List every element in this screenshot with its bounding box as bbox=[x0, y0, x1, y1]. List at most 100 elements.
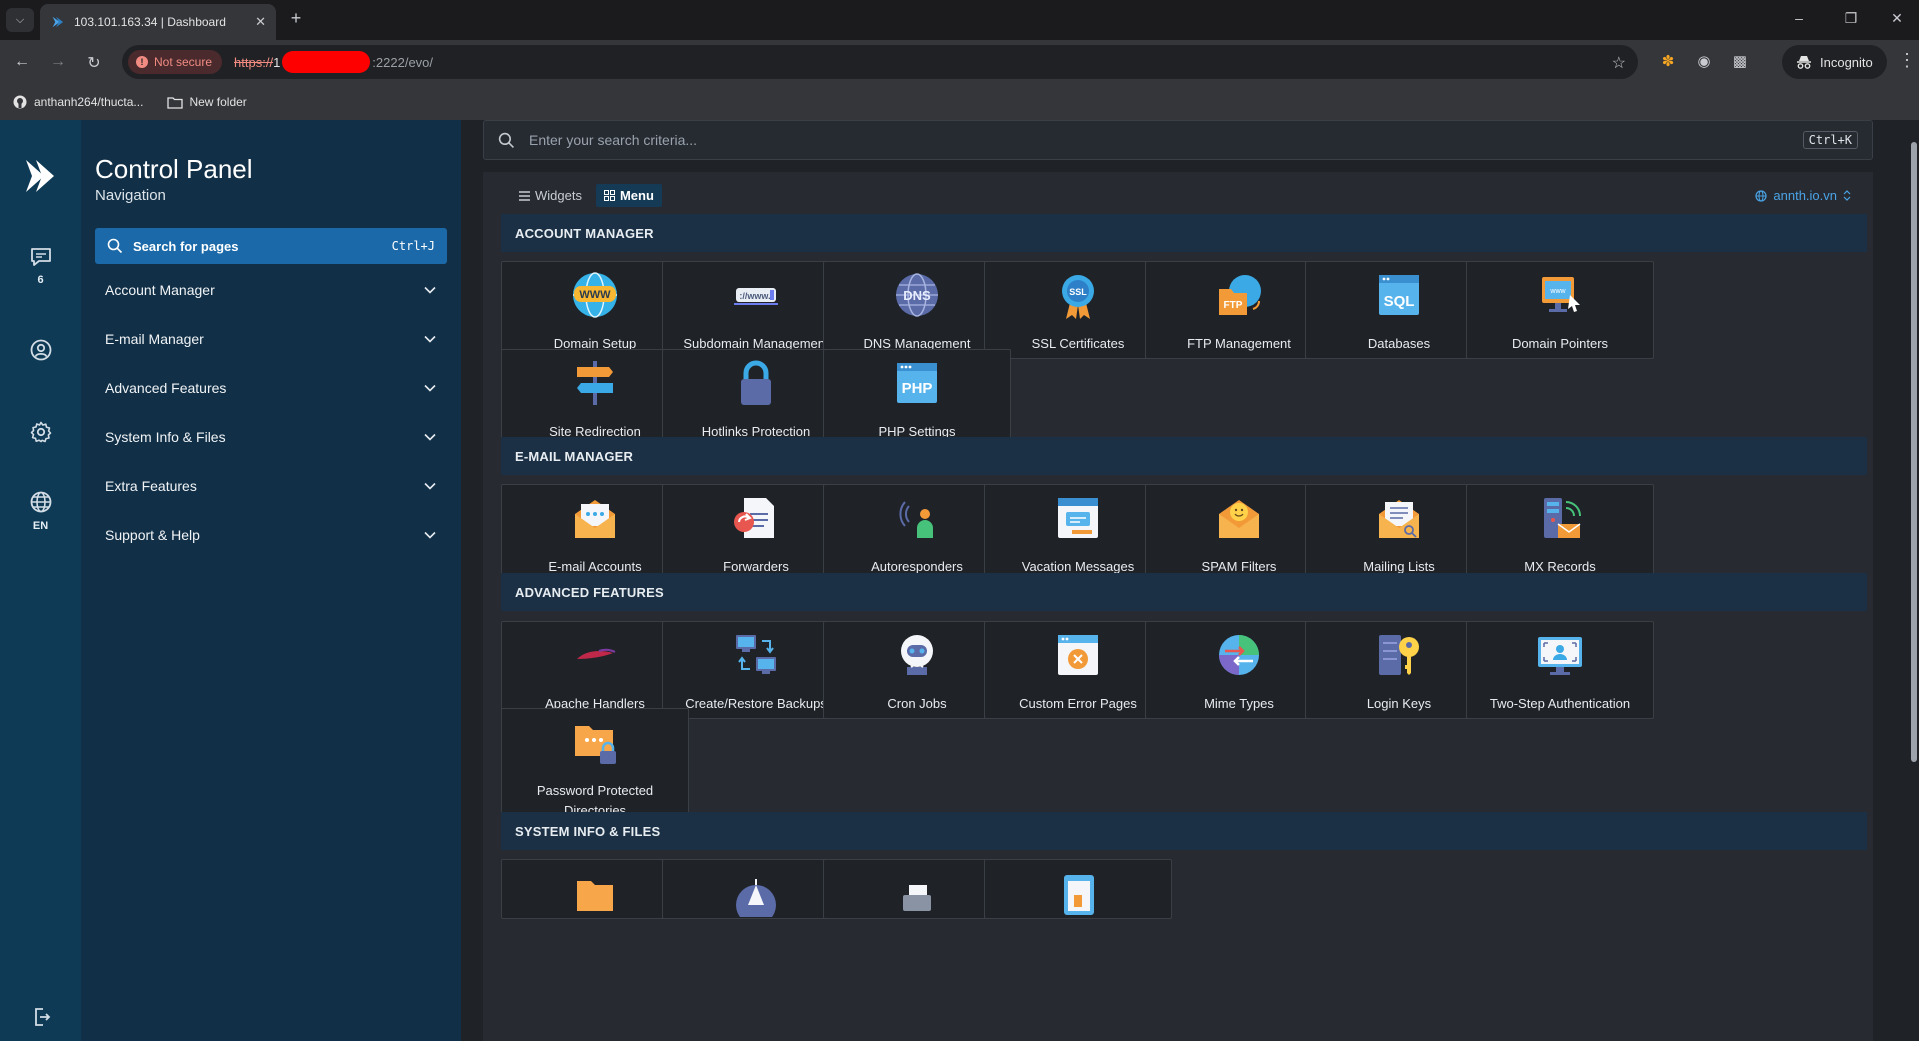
domain-pointer-icon: www bbox=[1531, 266, 1589, 324]
tile-databases[interactable]: SQL Databases bbox=[1305, 261, 1493, 359]
selected-domain: annth.io.vn bbox=[1773, 188, 1837, 203]
forward-document-icon bbox=[727, 489, 785, 547]
tile-subdomain-management[interactable]: ://www. Subdomain Management bbox=[662, 261, 850, 359]
rail-settings[interactable] bbox=[0, 420, 81, 444]
bookmark-github[interactable]: anthanh264/thucta... bbox=[12, 94, 143, 110]
tile-php-settings[interactable]: PHP PHP Settings bbox=[823, 349, 1011, 447]
tile-password-protected-directories[interactable]: Password Protected Directories bbox=[501, 708, 689, 826]
globe-icon bbox=[30, 491, 51, 513]
tile-label: Databases bbox=[1367, 336, 1431, 351]
tile-two-step-authentication[interactable]: Two-Step Authentication bbox=[1466, 621, 1654, 719]
minimize-icon[interactable]: – bbox=[1779, 10, 1819, 26]
new-tab-icon[interactable]: + bbox=[284, 8, 308, 29]
tab-search-chevron-icon[interactable]: ⌵ bbox=[6, 8, 34, 32]
nav-group-email-manager[interactable]: E-mail Manager bbox=[95, 319, 447, 359]
back-icon[interactable]: ← bbox=[12, 53, 32, 71]
nav-group-account-manager[interactable]: Account Manager bbox=[95, 270, 447, 310]
tile-cron-jobs[interactable]: Cron Jobs bbox=[823, 621, 1011, 719]
global-search-input[interactable]: Enter your search criteria... Ctrl+K bbox=[483, 120, 1873, 160]
tile-vacation-messages[interactable]: Vacation Messages bbox=[984, 484, 1172, 582]
panel-title: Control Panel bbox=[95, 154, 253, 184]
bookmark-star-icon[interactable]: ☆ bbox=[1612, 53, 1626, 73]
tile-login-keys[interactable]: Login Keys bbox=[1305, 621, 1493, 719]
search-icon bbox=[107, 238, 123, 254]
control-panel-app: 6 EN Control Panel Navigation Search for… bbox=[0, 120, 1919, 1041]
tile-mx-records[interactable]: MX Records bbox=[1466, 484, 1654, 582]
php-window-icon: PHP bbox=[888, 354, 946, 412]
tab-widgets[interactable]: Widgets bbox=[511, 184, 590, 207]
bookmark-folder[interactable]: New folder bbox=[167, 94, 247, 110]
scrollbar-thumb[interactable] bbox=[1911, 142, 1917, 762]
url-text[interactable]: https:// 1 :2222/evo/ bbox=[234, 51, 433, 73]
ssl-badge-icon: SSL bbox=[1049, 266, 1107, 324]
search-pages-button[interactable]: Search for pages Ctrl+J bbox=[95, 228, 447, 264]
chevron-down-icon bbox=[424, 531, 436, 539]
tile-create-restore-backups[interactable]: Create/Restore Backups bbox=[662, 621, 850, 719]
svg-text:SQL: SQL bbox=[1384, 293, 1415, 310]
tile-file-manager[interactable] bbox=[501, 859, 689, 919]
browser-tab[interactable]: 103.101.163.34 | Dashboard ✕ bbox=[40, 4, 276, 40]
window-close-icon[interactable]: ✕ bbox=[1877, 10, 1917, 27]
tile-label: FTP Management bbox=[1187, 336, 1291, 351]
address-bar[interactable]: ! Not secure https:// 1 :2222/evo/ ☆ bbox=[122, 45, 1638, 79]
rail-profile[interactable] bbox=[0, 338, 81, 362]
tile-domain-setup[interactable]: WWW Domain Setup bbox=[501, 261, 689, 359]
tile-printer-files[interactable] bbox=[823, 859, 1011, 919]
tab-close-icon[interactable]: ✕ bbox=[255, 14, 266, 30]
tab-menu[interactable]: Menu bbox=[595, 184, 662, 207]
camera-extension-icon[interactable]: ◉ bbox=[1694, 52, 1714, 70]
nav-group-extra-features[interactable]: Extra Features bbox=[95, 466, 447, 506]
padlock-icon bbox=[727, 354, 785, 412]
nav-group-system-info[interactable]: System Info & Files bbox=[95, 417, 447, 457]
folder-outline-icon bbox=[167, 94, 184, 110]
nav-group-advanced-features[interactable]: Advanced Features bbox=[95, 368, 447, 408]
tile-custom-error-pages[interactable]: Custom Error Pages bbox=[984, 621, 1172, 719]
directadmin-logo-icon[interactable] bbox=[20, 156, 60, 196]
tile-email-accounts[interactable]: E-mail Accounts bbox=[501, 484, 689, 582]
vacation-window-icon bbox=[1049, 489, 1107, 547]
tile-dns-management[interactable]: DNS DNS Management bbox=[823, 261, 1011, 359]
extension-flower-icon[interactable]: ✽ bbox=[1658, 52, 1678, 70]
rail-language[interactable]: EN bbox=[0, 490, 81, 532]
tile-autoresponders[interactable]: Autoresponders bbox=[823, 484, 1011, 582]
tile-hotlinks-protection[interactable]: Hotlinks Protection bbox=[662, 349, 850, 447]
tab-label: Menu bbox=[619, 188, 654, 203]
tile-site-redirection[interactable]: Site Redirection bbox=[501, 349, 689, 447]
tile-forwarders[interactable]: Forwarders bbox=[662, 484, 850, 582]
chevron-down-icon bbox=[424, 286, 436, 294]
nav-group-support-help[interactable]: Support & Help bbox=[95, 515, 447, 555]
tile-files-document[interactable] bbox=[984, 859, 1172, 919]
www-globe-icon: WWW bbox=[566, 266, 624, 324]
envelope-icon bbox=[566, 489, 624, 547]
tile-ssl-certificates[interactable]: SSL SSL Certificates bbox=[984, 261, 1172, 359]
rail-logout[interactable] bbox=[0, 1006, 81, 1028]
not-secure-chip[interactable]: ! Not secure bbox=[128, 50, 223, 74]
tile-apache-handlers[interactable]: Apache Handlers bbox=[501, 621, 689, 719]
tab-title: 103.101.163.34 | Dashboard bbox=[74, 15, 226, 29]
forward-icon[interactable]: → bbox=[48, 53, 68, 71]
spam-envelope-icon bbox=[1210, 489, 1268, 547]
reload-icon[interactable]: ↻ bbox=[84, 53, 104, 73]
nav-group-label: Support & Help bbox=[105, 527, 200, 543]
gear-icon bbox=[30, 421, 51, 443]
extensions-puzzle-icon[interactable]: ▩ bbox=[1730, 52, 1750, 70]
not-secure-label: Not secure bbox=[154, 55, 213, 69]
tile-system-info[interactable] bbox=[662, 859, 850, 919]
svg-text:WWW: WWW bbox=[579, 289, 611, 301]
bookmarks-bar: anthanh264/thucta... New folder bbox=[0, 84, 1919, 120]
incognito-badge[interactable]: Incognito bbox=[1782, 45, 1887, 79]
page-scrollbar[interactable] bbox=[1909, 120, 1919, 1041]
restore-icon[interactable]: ❐ bbox=[1831, 10, 1871, 27]
domain-selector[interactable]: annth.io.vn bbox=[1755, 188, 1851, 203]
tile-domain-pointers[interactable]: www Domain Pointers bbox=[1466, 261, 1654, 359]
bookmark-label: anthanh264/thucta... bbox=[34, 95, 144, 109]
login-key-icon bbox=[1370, 626, 1428, 684]
error-page-icon bbox=[1049, 626, 1107, 684]
tile-mailing-lists[interactable]: Mailing Lists bbox=[1305, 484, 1493, 582]
svg-text:://www.: ://www. bbox=[739, 291, 770, 301]
chevron-down-icon bbox=[424, 335, 436, 343]
browser-menu-icon[interactable]: ⋮ bbox=[1898, 50, 1916, 71]
autoresponder-person-icon bbox=[888, 489, 946, 547]
rail-messages[interactable]: 6 bbox=[0, 246, 81, 286]
tab-label: Widgets bbox=[535, 188, 582, 203]
